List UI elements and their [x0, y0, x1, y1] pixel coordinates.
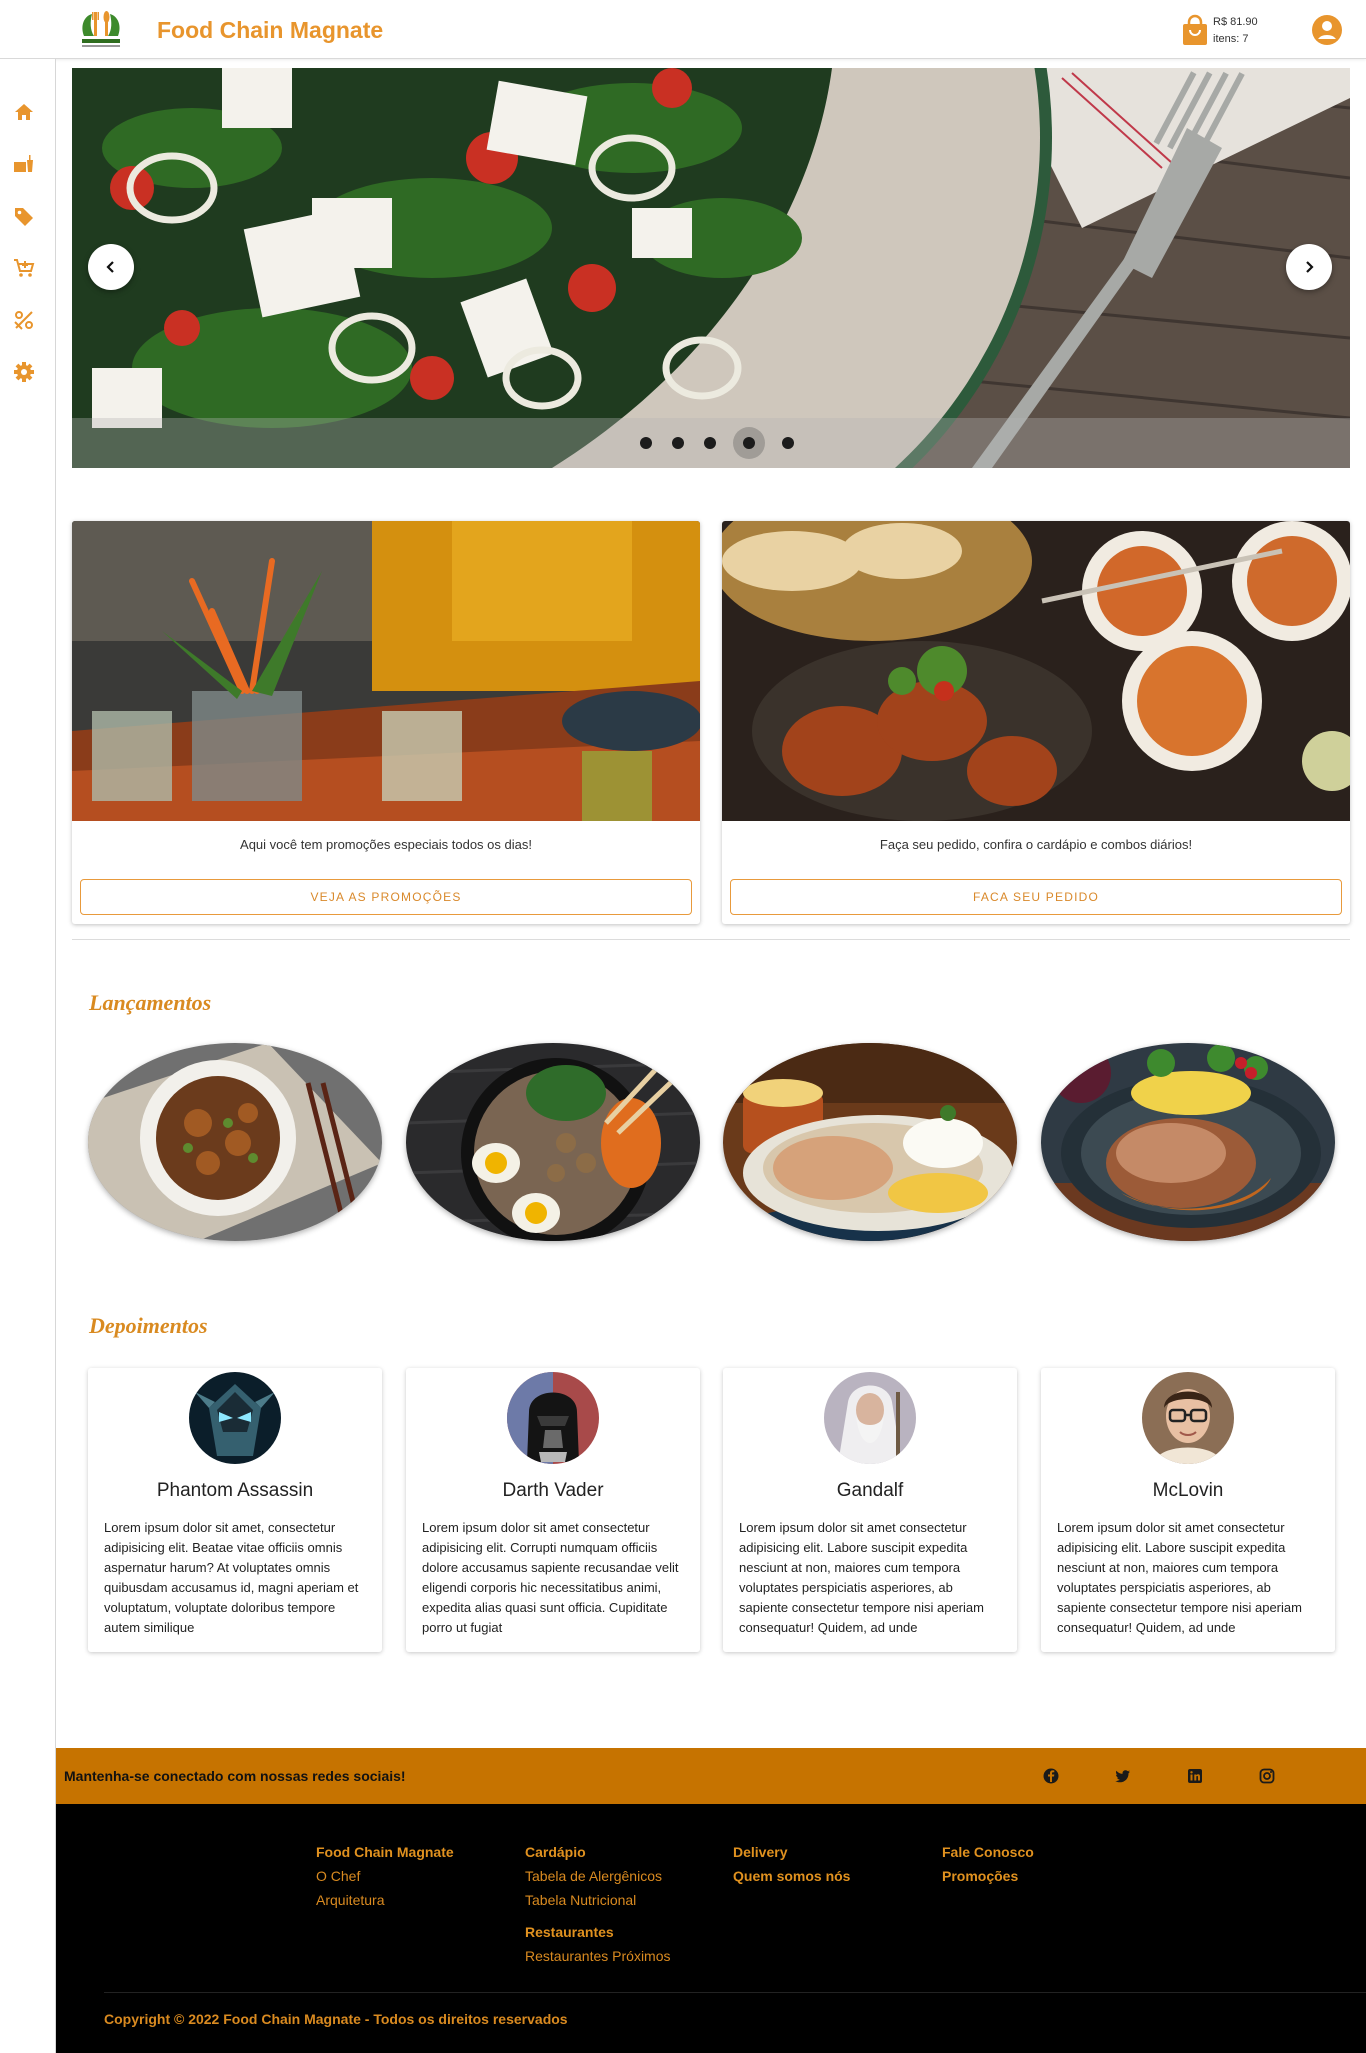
- home-icon[interactable]: [12, 100, 36, 124]
- stir-fry-noodles-image: [88, 1043, 382, 1241]
- testimonial-text: Lorem ipsum dolor sit amet consectetur a…: [422, 1520, 679, 1635]
- footer-link-contact[interactable]: Fale Conosco: [942, 1840, 1034, 1864]
- cart-summary[interactable]: R$ 81.90 itens: 7: [1213, 14, 1258, 48]
- avatar: [189, 1372, 281, 1464]
- footer-link-about-us[interactable]: Quem somos nós: [733, 1864, 850, 1888]
- carousel-dot-4[interactable]: [733, 427, 765, 459]
- shopping-cart-icon[interactable]: [12, 256, 36, 280]
- cocktails-image: [72, 521, 700, 821]
- footer-link-nutrition[interactable]: Tabela Nutricional: [525, 1888, 671, 1912]
- promo-card-promotions: Aqui você tem promoções especiais todos …: [72, 521, 700, 924]
- testimonial-card: Phantom Assassin Lorem ipsum dolor sit a…: [88, 1368, 382, 1652]
- footer-link-food-chain-magnate[interactable]: Food Chain Magnate: [316, 1840, 454, 1864]
- roast-meat-image: [1041, 1043, 1335, 1241]
- settings-icon[interactable]: [12, 360, 36, 384]
- footer-divider: [104, 1992, 1366, 1993]
- footer-column-contact: Fale Conosco Promoções: [942, 1840, 1034, 1888]
- stroganoff-plate-image: [723, 1043, 1017, 1241]
- testimonials-title: Depoimentos: [89, 1313, 208, 1338]
- carousel-next-button[interactable]: [1286, 244, 1332, 290]
- promo-card-order: Faça seu pedido, confira o cardápio e co…: [722, 521, 1350, 924]
- avatar: [507, 1372, 599, 1464]
- site-footer: Food Chain Magnate O Chef Arquitetura Ca…: [56, 1804, 1366, 2053]
- testimonial-text: Lorem ipsum dolor sit amet, consectetur …: [104, 1520, 359, 1635]
- copyright-text: Copyright © 2022 Food Chain Magnate - To…: [104, 2011, 568, 2027]
- cart-total: R$ 81.90: [1213, 16, 1258, 28]
- linkedin-icon[interactable]: [1185, 1766, 1205, 1786]
- footer-column-delivery: Delivery Quem somos nós: [733, 1840, 850, 1888]
- launch-item-noodles[interactable]: [88, 1043, 382, 1241]
- launch-item-stroganoff[interactable]: [723, 1043, 1017, 1241]
- carousel-dot-1[interactable]: [637, 434, 655, 452]
- testimonial-name: McLovin: [1152, 1480, 1224, 1501]
- food-drink-icon[interactable]: [12, 152, 36, 176]
- indian-food-image: [722, 521, 1350, 821]
- testimonial-name: Phantom Assassin: [156, 1480, 314, 1501]
- testimonial-card: Darth Vader Lorem ipsum dolor sit amet c…: [406, 1368, 700, 1652]
- carousel-dot-5[interactable]: [779, 434, 797, 452]
- chevron-right-icon: [1306, 261, 1314, 273]
- footer-link-chef[interactable]: O Chef: [316, 1864, 454, 1888]
- hero-carousel[interactable]: [72, 68, 1350, 468]
- promo-text: Faça seu pedido, confira o cardápio e co…: [879, 837, 1193, 852]
- carousel-dot-3[interactable]: [701, 434, 719, 452]
- footer-link-menu[interactable]: Cardápio: [525, 1840, 671, 1864]
- user-account-icon[interactable]: [1312, 15, 1342, 45]
- salad-plate-image: [72, 68, 1350, 468]
- cart-item-count: itens: 7: [1213, 33, 1249, 45]
- testimonial-card: Gandalf Lorem ipsum dolor sit amet conse…: [723, 1368, 1017, 1652]
- footer-link-restaurants[interactable]: Restaurantes: [525, 1920, 671, 1944]
- side-navigation: [0, 59, 56, 2053]
- discount-icon[interactable]: [12, 308, 36, 332]
- cart-icon[interactable]: [1180, 14, 1210, 46]
- testimonial-name: Darth Vader: [502, 1480, 604, 1501]
- footer-column-menu: Cardápio Tabela de Alergênicos Tabela Nu…: [525, 1840, 671, 1968]
- testimonial-text: Lorem ipsum dolor sit amet consectetur a…: [1057, 1520, 1302, 1635]
- footer-link-delivery[interactable]: Delivery: [733, 1840, 850, 1864]
- footer-column-company: Food Chain Magnate O Chef Arquitetura: [316, 1840, 454, 1912]
- footer-link-promotions[interactable]: Promoções: [942, 1864, 1034, 1888]
- ramen-bowl-image: [406, 1043, 700, 1241]
- section-divider: [72, 939, 1350, 940]
- launch-item-ramen[interactable]: [406, 1043, 700, 1241]
- avatar: [1142, 1372, 1234, 1464]
- social-band: Mantenha-se conectado com nossas redes s…: [56, 1748, 1366, 1804]
- launch-item-roast[interactable]: [1041, 1043, 1335, 1241]
- social-cta-text: Mantenha-se conectado com nossas redes s…: [64, 1768, 406, 1784]
- see-promotions-button[interactable]: VEJA AS PROMOÇÕES: [80, 879, 692, 915]
- place-order-button[interactable]: FACA SEU PEDIDO: [730, 879, 1342, 915]
- footer-link-allergens[interactable]: Tabela de Alergênicos: [525, 1864, 671, 1888]
- tag-icon[interactable]: [12, 204, 36, 228]
- carousel-indicators: [72, 418, 1350, 468]
- app-title: Food Chain Magnate: [157, 17, 384, 43]
- testimonial-name: Gandalf: [836, 1480, 904, 1501]
- testimonial-text: Lorem ipsum dolor sit amet consectetur a…: [739, 1520, 984, 1635]
- instagram-icon[interactable]: [1257, 1766, 1277, 1786]
- carousel-prev-button[interactable]: [88, 244, 134, 290]
- promo-text: Aqui você tem promoções especiais todos …: [240, 837, 532, 852]
- launches-title: Lançamentos: [89, 990, 212, 1015]
- carousel-dot-2[interactable]: [669, 434, 687, 452]
- restaurant-logo[interactable]: [76, 8, 126, 52]
- facebook-icon[interactable]: [1041, 1766, 1061, 1786]
- testimonial-card: McLovin Lorem ipsum dolor sit amet conse…: [1041, 1368, 1335, 1652]
- top-app-bar: Food Chain Magnate R$ 81.90 itens: 7: [0, 0, 1366, 59]
- avatar: [824, 1372, 916, 1464]
- footer-link-nearby-restaurants[interactable]: Restaurantes Próximos: [525, 1944, 671, 1968]
- footer-link-architecture[interactable]: Arquitetura: [316, 1888, 454, 1912]
- chevron-left-icon: [106, 261, 114, 273]
- twitter-icon[interactable]: [1113, 1766, 1133, 1786]
